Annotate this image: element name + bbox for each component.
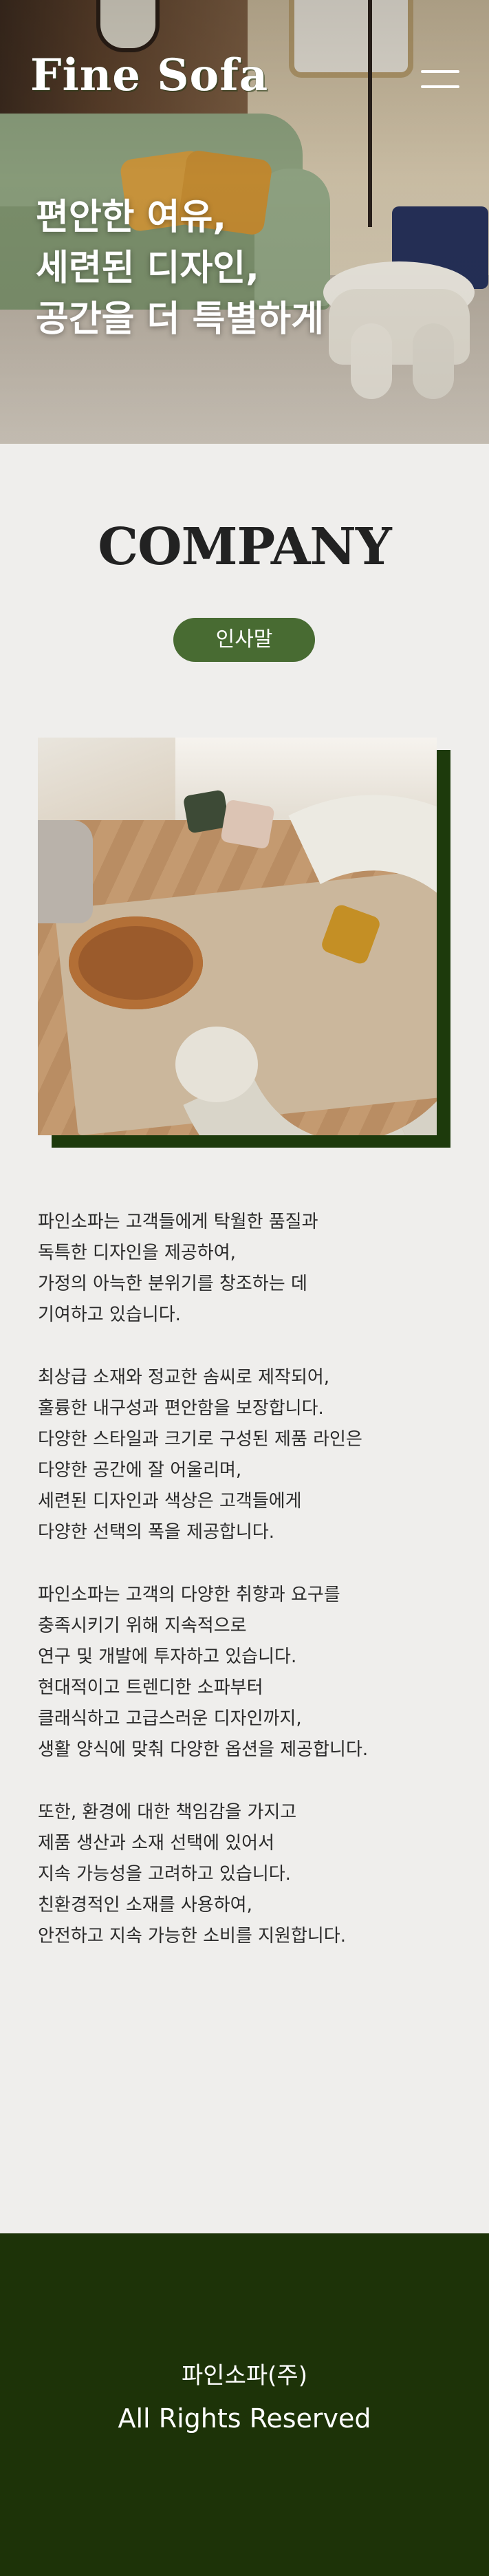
menu-bar [421,85,459,88]
text-line: 독특한 디자인을 제공하여, [38,1243,236,1263]
text-line: 또한, 환경에 대한 책임감을 가지고 [38,1802,297,1823]
footer-company-name: 파인소파(주) [182,2362,307,2390]
text-line: 제품 생산과 소재 선택에 있어서 [38,1833,275,1854]
hero-headline-line: 편안한 여유, [36,197,227,238]
text-line: 기여하고 있습니다. [38,1305,181,1325]
photo-coffee-table [69,916,203,1009]
section-title: COMPANY [98,517,391,577]
text-line: 클래식하고 고급스러운 디자인까지, [38,1708,302,1729]
photo-blanket [38,820,93,923]
text-line: 지속 가능성을 고려하고 있습니다. [38,1864,291,1885]
text-line: 생활 양식에 맞춰 다양한 옵션을 제공합니다. [38,1739,369,1760]
about-paragraph: 최상급 소재와 정교한 솜씨로 제작되어, 훌륭한 내구성과 편안함을 보장합니… [38,1362,450,1548]
text-line: 친환경적인 소재를 사용하여, [38,1895,252,1915]
about-paragraph: 또한, 환경에 대한 책임감을 가지고 제품 생산과 소재 선택에 있어서 지속… [38,1797,450,1952]
text-line: 안전하고 지속 가능한 소비를 지원합니다. [38,1926,346,1946]
text-line: 연구 및 개발에 투자하고 있습니다. [38,1646,297,1667]
text-line: 최상급 소재와 정교한 솜씨로 제작되어, [38,1367,330,1388]
text-line: 다양한 공간에 잘 어울리며, [38,1460,242,1481]
sofa-photo [38,738,437,1135]
text-line: 파인소파는 고객의 다양한 취향과 요구를 [38,1585,340,1605]
hero-headline: 편안한 여유, 세련된 디자인, 공간을 더 특별하게 [36,193,324,345]
text-line: 세련된 디자인과 색상은 고객들에게 [38,1491,302,1512]
text-line: 가정의 아늑한 분위기를 창조하는 데 [38,1274,307,1294]
menu-bar [421,70,459,73]
site-logo[interactable]: Fine Sofa [30,54,268,98]
footer-copyright: All Rights Reserved [118,2403,371,2434]
text-line: 다양한 스타일과 크기로 구성된 제품 라인은 [38,1429,362,1450]
hero-banner: Fine Sofa 편안한 여유, 세련된 디자인, 공간을 더 특별하게 [0,0,489,444]
photo-ottoman [175,1027,258,1102]
text-line: 현대적이고 트렌디한 소파부터 [38,1677,263,1698]
about-text: 파인소파는 고객들에게 탁월한 품질과 독특한 디자인을 제공하여, 가정의 아… [38,1207,450,1984]
text-line: 훌륭한 내구성과 편안함을 보장합니다. [38,1398,324,1419]
text-line: 파인소파는 고객들에게 탁월한 품질과 [38,1212,318,1232]
hero-headline-line: 공간을 더 특별하게 [36,298,324,340]
text-line: 충족시키기 위해 지속적으로 [38,1616,247,1636]
hero-headline-line: 세련된 디자인, [36,247,259,289]
text-line: 다양한 선택의 폭을 제공합니다. [38,1522,275,1543]
about-paragraph: 파인소파는 고객들에게 탁월한 품질과 독특한 디자인을 제공하여, 가정의 아… [38,1207,450,1331]
about-paragraph: 파인소파는 고객의 다양한 취향과 요구를 충족시키기 위해 지속적으로 연구 … [38,1580,450,1765]
site-footer: 파인소파(주) All Rights Reserved [0,2233,489,2576]
greeting-badge[interactable]: 인사말 [173,618,315,662]
hamburger-menu-icon[interactable] [421,70,459,88]
photo-pillow [220,799,275,850]
